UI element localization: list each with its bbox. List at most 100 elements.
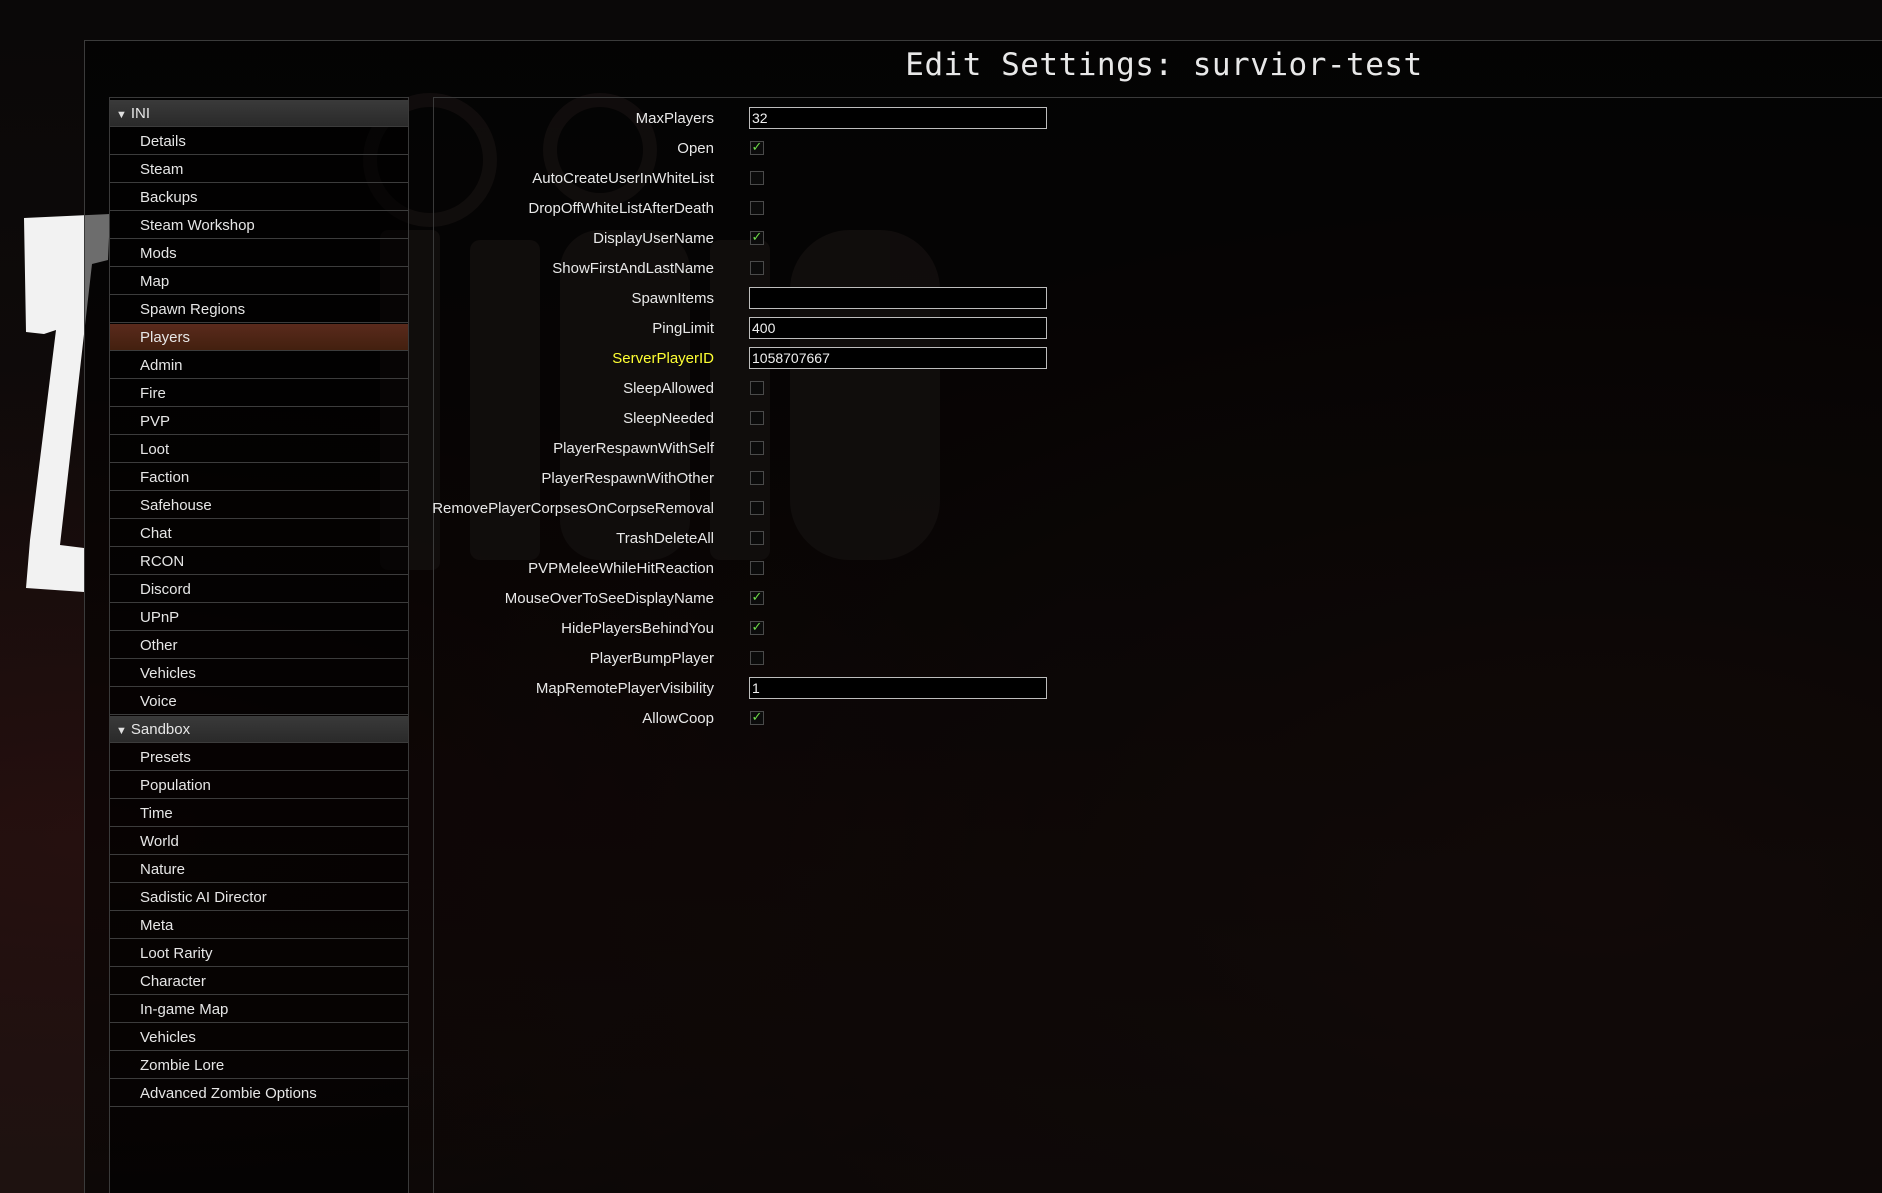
setting-row-maxplayers: MaxPlayers 32 bbox=[434, 106, 1134, 132]
app-root: Edit Settings: survior-test ▼ INI Details S… bbox=[0, 0, 1882, 1193]
setting-row-spawnitems: SpawnItems bbox=[434, 286, 1134, 312]
setting-label: SpawnItems bbox=[631, 290, 714, 307]
autocreateuserinwhitelist-checkbox[interactable] bbox=[750, 171, 764, 185]
sidebar-item-upnp[interactable]: UPnP bbox=[110, 604, 408, 631]
setting-row-playerrespawnwithother: PlayerRespawnWithOther bbox=[434, 466, 1134, 492]
setting-row-sleepallowed: SleepAllowed bbox=[434, 376, 1134, 402]
setting-row-serverplayerid: ServerPlayerID 1058707667 bbox=[434, 346, 1134, 372]
setting-label: Open bbox=[677, 140, 714, 157]
pvpmeleewhilehitreaction-checkbox[interactable] bbox=[750, 561, 764, 575]
sidebar-section-label: Sandbox bbox=[130, 721, 191, 738]
mouseovertoseedisplayname-checkbox[interactable]: ✓ bbox=[750, 591, 764, 605]
sleepneeded-checkbox[interactable] bbox=[750, 411, 764, 425]
setting-label: MapRemotePlayerVisibility bbox=[535, 680, 714, 697]
trashdeleteall-checkbox[interactable] bbox=[750, 531, 764, 545]
setting-label: RemovePlayerCorpsesOnCorpseRemoval bbox=[432, 500, 714, 517]
setting-label: PingLimit bbox=[652, 320, 714, 337]
setting-row-showfirstandlastname: ShowFirstAndLastName bbox=[434, 256, 1134, 282]
sidebar-item-faction[interactable]: Faction bbox=[110, 464, 408, 491]
setting-label: ServerPlayerID bbox=[612, 350, 714, 367]
playerrespawnwithother-checkbox[interactable] bbox=[750, 471, 764, 485]
setting-row-open: Open ✓ bbox=[434, 136, 1134, 162]
showfirstandlastname-checkbox[interactable] bbox=[750, 261, 764, 275]
sidebar-item-steam[interactable]: Steam bbox=[110, 156, 408, 183]
setting-row-autocreateuserinwhitelist: AutoCreateUserInWhiteList bbox=[434, 166, 1134, 192]
sidebar-section-ini[interactable]: ▼ INI bbox=[110, 100, 408, 127]
sidebar-item-safehouse[interactable]: Safehouse bbox=[110, 492, 408, 519]
setting-label: HidePlayersBehindYou bbox=[561, 620, 714, 637]
sidebar-item-pvp[interactable]: PVP bbox=[110, 408, 408, 435]
sidebar-item-voice[interactable]: Voice bbox=[110, 688, 408, 715]
hideplayersbehindyou-checkbox[interactable]: ✓ bbox=[750, 621, 764, 635]
triangle-down-icon: ▼ bbox=[116, 725, 127, 737]
setting-row-mapremoteplayervisibility: MapRemotePlayerVisibility 1 bbox=[434, 676, 1134, 702]
setting-label: MouseOverToSeeDisplayName bbox=[504, 590, 714, 607]
sidebar-item-admin[interactable]: Admin bbox=[110, 352, 408, 379]
maxplayers-input[interactable]: 32 bbox=[749, 107, 1047, 129]
mapremoteplayervisibility-input[interactable]: 1 bbox=[749, 677, 1047, 699]
sidebar-item-backups[interactable]: Backups bbox=[110, 184, 408, 211]
sidebar-item-presets[interactable]: Presets bbox=[110, 744, 408, 771]
setting-label: AutoCreateUserInWhiteList bbox=[532, 170, 714, 187]
sidebar-item-players[interactable]: Players bbox=[110, 324, 408, 351]
sidebar-item-world[interactable]: World bbox=[110, 828, 408, 855]
setting-label: PlayerRespawnWithSelf bbox=[553, 440, 714, 457]
settings-panel: MaxPlayers 32 Open ✓ AutoCreateUserInWhiteLi… bbox=[432, 97, 1882, 1193]
sidebar-item-advanced-zombie-options[interactable]: Advanced Zombie Options bbox=[110, 1080, 408, 1107]
sidebar-item-mods[interactable]: Mods bbox=[110, 240, 408, 267]
setting-row-removeplayercorpsesoncorpseremoval: RemovePlayerCorpsesOnCorpseRemoval bbox=[432, 496, 1134, 522]
setting-label: DisplayUserName bbox=[593, 230, 714, 247]
playerrespawnwithself-checkbox[interactable] bbox=[750, 441, 764, 455]
setting-row-playerrespawnwithself: PlayerRespawnWithSelf bbox=[434, 436, 1134, 462]
sidebar-item-population[interactable]: Population bbox=[110, 772, 408, 799]
setting-row-displayusername: DisplayUserName ✓ bbox=[434, 226, 1134, 252]
setting-row-pinglimit: PingLimit 400 bbox=[434, 316, 1134, 342]
sidebar-item-map[interactable]: Map bbox=[110, 268, 408, 295]
sidebar-item-steam-workshop[interactable]: Steam Workshop bbox=[110, 212, 408, 239]
sidebar-item-rcon[interactable]: RCON bbox=[110, 548, 408, 575]
triangle-down-icon: ▼ bbox=[116, 109, 127, 121]
sidebar-item-discord[interactable]: Discord bbox=[110, 576, 408, 603]
setting-label: MaxPlayers bbox=[635, 110, 714, 127]
removeplayercorpsesoncorpseremoval-checkbox[interactable] bbox=[750, 501, 764, 515]
open-checkbox[interactable]: ✓ bbox=[750, 141, 764, 155]
sidebar-section-sandbox[interactable]: ▼ Sandbox bbox=[110, 716, 408, 743]
setting-label: DropOffWhiteListAfterDeath bbox=[528, 200, 714, 217]
setting-row-playerbumpplayer: PlayerBumpPlayer bbox=[434, 646, 1134, 672]
setting-label: TrashDeleteAll bbox=[616, 530, 714, 547]
sidebar-item-meta[interactable]: Meta bbox=[110, 912, 408, 939]
playerbumpplayer-checkbox[interactable] bbox=[750, 651, 764, 665]
setting-label: PlayerRespawnWithOther bbox=[541, 470, 714, 487]
sidebar-item-details[interactable]: Details bbox=[110, 128, 408, 155]
sidebar-item-zombie-lore[interactable]: Zombie Lore bbox=[110, 1052, 408, 1079]
sidebar-item-sadistic-ai-director[interactable]: Sadistic AI Director bbox=[110, 884, 408, 911]
sidebar-item-chat[interactable]: Chat bbox=[110, 520, 408, 547]
sidebar-item-fire[interactable]: Fire bbox=[110, 380, 408, 407]
setting-row-mouseovertoseedisplayname: MouseOverToSeeDisplayName ✓ bbox=[434, 586, 1134, 612]
sidebar-item-loot[interactable]: Loot bbox=[110, 436, 408, 463]
setting-label: SleepNeeded bbox=[623, 410, 714, 427]
allowcoop-checkbox[interactable]: ✓ bbox=[750, 711, 764, 725]
setting-label: PVPMeleeWhileHitReaction bbox=[528, 560, 714, 577]
sidebar-item-spawn-regions[interactable]: Spawn Regions bbox=[110, 296, 408, 323]
setting-row-allowcoop: AllowCoop ✓ bbox=[434, 706, 1134, 732]
setting-row-trashdeleteall: TrashDeleteAll bbox=[434, 526, 1134, 552]
sidebar-item-other[interactable]: Other bbox=[110, 632, 408, 659]
setting-row-sleepneeded: SleepNeeded bbox=[434, 406, 1134, 432]
dropoffwhitelistafterdeath-checkbox[interactable] bbox=[750, 201, 764, 215]
spawnitems-input[interactable] bbox=[749, 287, 1047, 309]
sidebar-item-in-game-map[interactable]: In-game Map bbox=[110, 996, 408, 1023]
sidebar-item-vehicles[interactable]: Vehicles bbox=[110, 1024, 408, 1051]
sidebar-item-vehicles[interactable]: Vehicles bbox=[110, 660, 408, 687]
sidebar-item-nature[interactable]: Nature bbox=[110, 856, 408, 883]
pinglimit-input[interactable]: 400 bbox=[749, 317, 1047, 339]
displayusername-checkbox[interactable]: ✓ bbox=[750, 231, 764, 245]
sidebar-item-loot-rarity[interactable]: Loot Rarity bbox=[110, 940, 408, 967]
sidebar-item-character[interactable]: Character bbox=[110, 968, 408, 995]
setting-label: SleepAllowed bbox=[623, 380, 714, 397]
sleepallowed-checkbox[interactable] bbox=[750, 381, 764, 395]
sidebar-section-label: INI bbox=[130, 105, 151, 122]
serverplayerid-input[interactable]: 1058707667 bbox=[749, 347, 1047, 369]
sidebar-item-time[interactable]: Time bbox=[110, 800, 408, 827]
setting-label: PlayerBumpPlayer bbox=[589, 650, 714, 667]
